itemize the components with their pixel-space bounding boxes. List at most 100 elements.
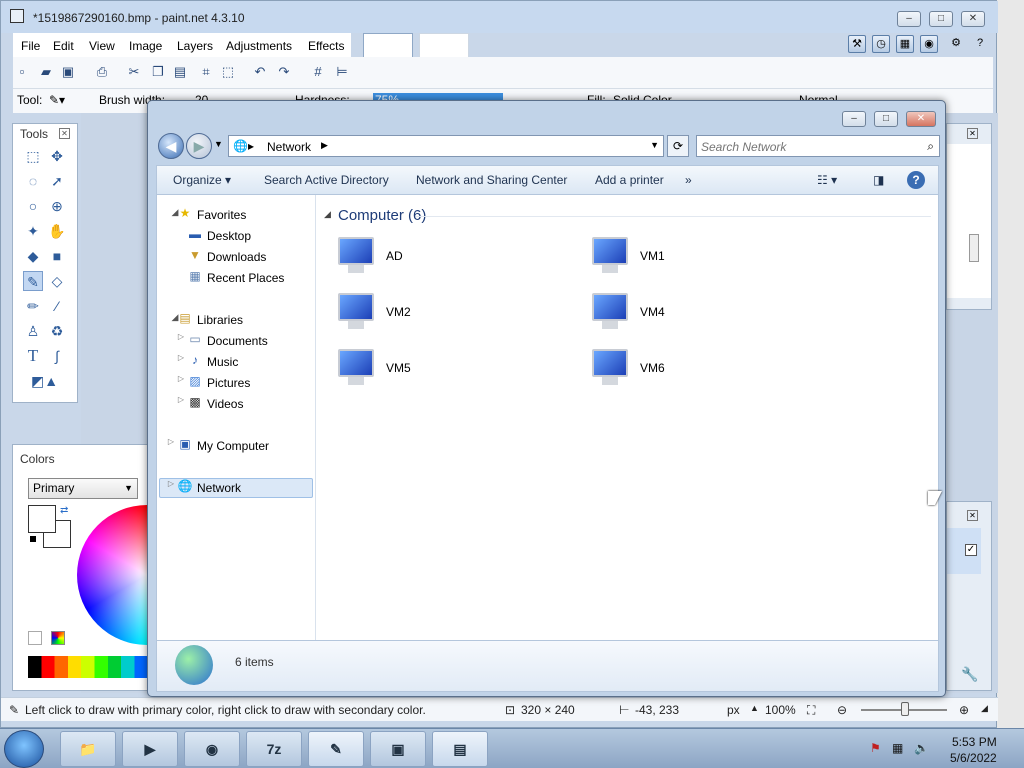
palette-menu-icon[interactable]: [51, 631, 65, 645]
pencil-icon[interactable]: ✏: [23, 296, 43, 316]
refresh-button[interactable]: ⟳: [667, 135, 689, 157]
help-icon[interactable]: ?: [971, 35, 989, 53]
breadcrumb-network[interactable]: Network: [267, 140, 311, 154]
unit-select[interactable]: px: [727, 703, 740, 717]
zoom-in-icon[interactable]: ⊕: [959, 703, 969, 717]
unit-chevron-icon[interactable]: ▲: [750, 703, 759, 713]
settings-gear-icon[interactable]: ⚙: [947, 35, 965, 53]
paintnet-maximize-button[interactable]: □: [929, 11, 953, 27]
search-active-directory-button[interactable]: Search Active Directory: [264, 173, 389, 187]
clone-stamp-icon[interactable]: ♙: [23, 321, 43, 341]
crop-icon[interactable]: ⌗: [197, 64, 215, 80]
magic-wand-icon[interactable]: ✦: [23, 221, 43, 241]
forward-button[interactable]: ▶: [186, 133, 212, 159]
computer-item[interactable]: VM2: [334, 293, 574, 341]
paste-icon[interactable]: ▤: [171, 64, 189, 80]
menu-effects[interactable]: Effects: [308, 39, 344, 53]
color-picker-icon[interactable]: ⁄: [47, 296, 67, 316]
zoom-fit-icon[interactable]: ⛶: [807, 703, 815, 718]
more-commands-button[interactable]: »: [685, 173, 692, 187]
history-scrollbar[interactable]: [969, 234, 979, 262]
colors-toggle-icon[interactable]: ◉: [920, 35, 938, 53]
computer-item[interactable]: AD: [334, 237, 574, 285]
history-toggle-icon[interactable]: ◷: [872, 35, 890, 53]
start-button[interactable]: [4, 730, 44, 768]
menu-view[interactable]: View: [89, 39, 115, 53]
print-icon[interactable]: ⎙: [93, 64, 111, 80]
add-printer-button[interactable]: Add a printer: [595, 173, 664, 187]
preview-pane-icon[interactable]: ◨: [873, 173, 884, 187]
deselect-icon[interactable]: ⬚: [219, 64, 237, 80]
nav-documents[interactable]: Documents: [207, 331, 268, 351]
tools-panel-close-icon[interactable]: ✕: [59, 128, 70, 139]
menu-edit[interactable]: Edit: [53, 39, 74, 53]
group-collapse-icon[interactable]: ◢: [324, 209, 331, 220]
shapes-icon[interactable]: ◩▲: [31, 371, 58, 391]
help-icon[interactable]: ?: [907, 171, 925, 189]
computer-item[interactable]: VM4: [588, 293, 828, 341]
breadcrumb-chevron-icon[interactable]: ▶: [321, 140, 328, 151]
cut-icon[interactable]: ✂: [125, 64, 143, 80]
taskbar-paintnet-icon[interactable]: ✎: [308, 731, 364, 767]
computer-item[interactable]: VM5: [334, 349, 574, 397]
menu-adjustments[interactable]: Adjustments: [226, 39, 292, 53]
computer-item[interactable]: VM1: [588, 237, 828, 285]
color-palette[interactable]: [28, 656, 161, 678]
pan-hand-icon[interactable]: ✋: [47, 221, 67, 241]
gradient-icon[interactable]: ■: [47, 246, 67, 266]
taskbar-7zip-icon[interactable]: 7z: [246, 731, 302, 767]
recolor-icon[interactable]: ♻: [47, 321, 67, 341]
new-file-icon[interactable]: ▫: [13, 64, 31, 80]
zoom-out-icon[interactable]: ⊖: [837, 703, 847, 717]
undo-icon[interactable]: ↶: [251, 64, 269, 80]
lasso-select-icon[interactable]: ◌: [23, 171, 43, 191]
nav-pictures[interactable]: Pictures: [207, 373, 250, 393]
resize-grip-icon[interactable]: ◢: [981, 703, 988, 714]
network-tray-icon[interactable]: ▦: [892, 741, 903, 755]
open-folder-icon[interactable]: ▰: [37, 64, 55, 80]
paintnet-minimize-button[interactable]: –: [897, 11, 921, 27]
add-color-icon[interactable]: [28, 631, 42, 645]
paintbrush-icon[interactable]: ✎: [23, 271, 43, 291]
group-header[interactable]: Computer (6): [338, 207, 426, 224]
nav-my-computer[interactable]: My Computer: [197, 436, 269, 456]
change-view-icon[interactable]: ☷ ▾: [817, 173, 837, 187]
zoom-icon[interactable]: ⊕: [47, 196, 67, 216]
ruler-icon[interactable]: ⊨: [333, 64, 351, 80]
recent-pages-chevron-icon[interactable]: ▼: [214, 139, 223, 149]
layer-visible-checkbox[interactable]: ✓: [965, 544, 977, 556]
nav-recent-places[interactable]: Recent Places: [207, 268, 284, 288]
nav-favorites[interactable]: Favorites: [197, 205, 246, 225]
redo-icon[interactable]: ↷: [275, 64, 293, 80]
line-curve-icon[interactable]: ∫: [47, 346, 67, 366]
paintnet-close-button[interactable]: ✕: [961, 11, 985, 27]
save-icon[interactable]: ▣: [59, 64, 77, 80]
computer-item[interactable]: VM6: [588, 349, 828, 397]
menu-layers[interactable]: Layers: [177, 39, 213, 53]
history-list[interactable]: [947, 144, 991, 298]
move-selection-icon[interactable]: ➚: [47, 171, 67, 191]
zoom-level[interactable]: 100%: [765, 703, 796, 717]
explorer-maximize-button[interactable]: □: [874, 111, 898, 127]
taskbar-network-window-icon[interactable]: ▤: [432, 731, 488, 767]
search-box[interactable]: ⌕: [696, 135, 940, 157]
nav-libraries[interactable]: Libraries: [197, 310, 243, 330]
copy-icon[interactable]: ❐: [149, 64, 167, 80]
history-panel-close-icon[interactable]: ✕: [967, 128, 978, 139]
content-pane[interactable]: ◢ Computer (6) AD VM1 VM2 VM4 VM5 VM6: [316, 195, 938, 640]
address-dropdown-icon[interactable]: ▼: [650, 140, 659, 150]
organize-button[interactable]: Organize ▾: [173, 173, 231, 187]
eraser-icon[interactable]: ◇: [47, 271, 67, 291]
search-input[interactable]: [701, 139, 911, 155]
zoom-slider-thumb[interactable]: [901, 702, 909, 716]
volume-icon[interactable]: 🔈: [914, 741, 929, 755]
explorer-minimize-button[interactable]: –: [842, 111, 866, 127]
taskbar-explorer-icon[interactable]: 📁: [60, 731, 116, 767]
taskbar-media-player-icon[interactable]: ▶: [122, 731, 178, 767]
menu-file[interactable]: File: [21, 39, 40, 53]
address-bar[interactable]: 🌐▸ Network ▶ ▼: [228, 135, 664, 157]
layers-panel-close-icon[interactable]: ✕: [967, 510, 978, 521]
taskbar-office-icon[interactable]: ▣: [370, 731, 426, 767]
nav-videos[interactable]: Videos: [207, 394, 243, 414]
paint-bucket-icon[interactable]: ◆: [23, 246, 43, 266]
